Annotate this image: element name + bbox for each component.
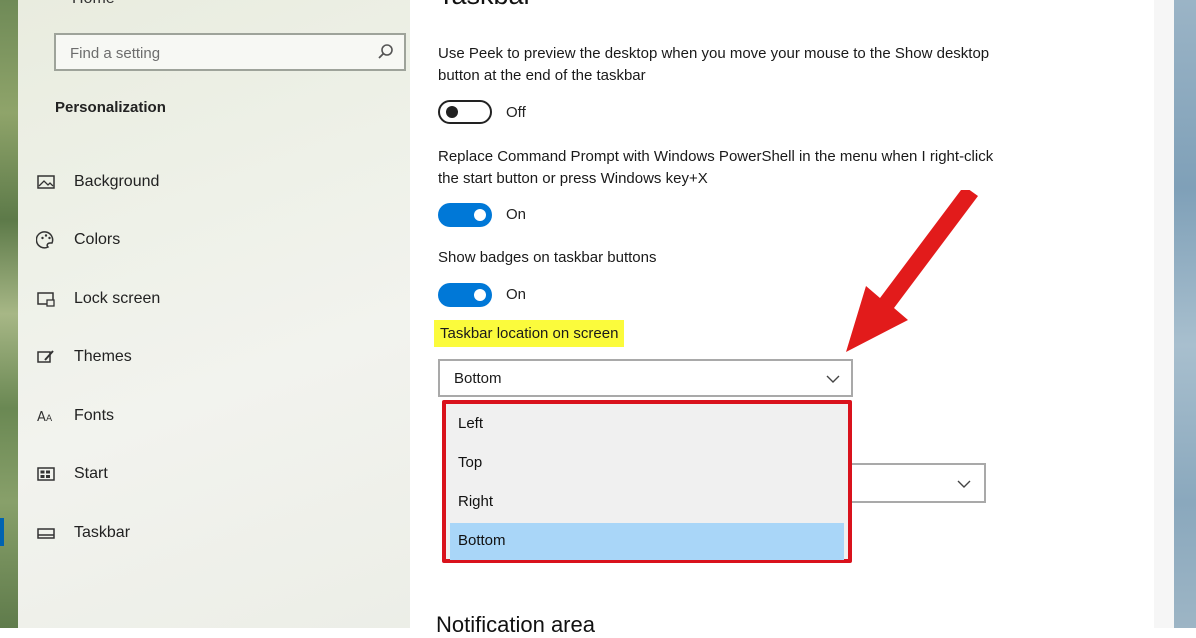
sidebar-item-label: Fonts bbox=[74, 407, 115, 424]
sidebar-item-colors[interactable]: Colors bbox=[18, 220, 410, 260]
setting-description-peek: Use Peek to preview the desktop when you… bbox=[438, 45, 990, 84]
sidebar-item-lock-screen[interactable]: Lock screen bbox=[18, 279, 410, 319]
sidebar-item-label: Taskbar bbox=[74, 524, 131, 541]
svg-text:A: A bbox=[46, 414, 53, 424]
peek-toggle-state: Off bbox=[506, 104, 526, 121]
svg-text:A: A bbox=[37, 410, 46, 425]
main-scrollbar[interactable] bbox=[1154, 0, 1178, 628]
search-input[interactable] bbox=[68, 42, 372, 64]
lock-screen-icon bbox=[37, 292, 55, 307]
themes-brush-icon bbox=[37, 350, 54, 363]
taskbar-location-selected-value: Bottom bbox=[454, 370, 502, 387]
dropdown-option-left[interactable]: Left bbox=[450, 406, 844, 443]
option-label: Top bbox=[458, 454, 483, 471]
chevron-down-icon bbox=[957, 480, 971, 488]
search-setting-box[interactable] bbox=[54, 33, 406, 71]
image-icon bbox=[37, 175, 55, 189]
sidebar-item-label: Colors bbox=[74, 231, 121, 248]
sidebar-item-start[interactable]: Start bbox=[18, 454, 410, 494]
sidebar-item-background[interactable]: Background bbox=[18, 162, 410, 202]
dropdown-option-top[interactable]: Top bbox=[450, 445, 844, 482]
sidebar-item-taskbar[interactable]: Taskbar bbox=[18, 513, 410, 553]
sidebar-item-fonts[interactable]: A A Fonts bbox=[18, 396, 410, 436]
taskbar-icon bbox=[37, 528, 55, 539]
setting-description-powershell: Replace Command Prompt with Windows Powe… bbox=[438, 148, 994, 187]
section-title: Personalization bbox=[55, 99, 166, 116]
wallpaper-strip-right bbox=[1174, 0, 1196, 628]
option-label: Right bbox=[458, 493, 494, 510]
home-nav-label[interactable]: Home bbox=[72, 0, 115, 8]
start-grid-icon bbox=[37, 467, 55, 481]
option-label: Bottom bbox=[458, 532, 506, 549]
toggle-knob bbox=[474, 289, 486, 301]
sidebar-item-label: Themes bbox=[74, 348, 132, 365]
combine-buttons-select[interactable] bbox=[848, 463, 986, 503]
sidebar-item-label: Lock screen bbox=[74, 290, 161, 307]
palette-icon bbox=[36, 231, 54, 249]
settings-main-pane: Taskbar Use Peek to preview the desktop … bbox=[410, 0, 1154, 637]
chevron-down-icon bbox=[826, 375, 840, 383]
toggle-knob bbox=[474, 209, 486, 221]
powershell-toggle-state: On bbox=[506, 206, 527, 223]
notification-area-heading: Notification area bbox=[436, 612, 595, 637]
dropdown-option-right[interactable]: Right bbox=[450, 484, 844, 521]
sidebar-item-label: Background bbox=[74, 173, 160, 190]
badges-toggle-state: On bbox=[506, 286, 527, 303]
badges-toggle[interactable] bbox=[438, 283, 492, 307]
peek-toggle[interactable] bbox=[438, 100, 492, 124]
taskbar-location-select[interactable]: Bottom bbox=[438, 359, 853, 397]
taskbar-location-label: Taskbar location on screen bbox=[434, 320, 625, 347]
toggle-knob bbox=[446, 106, 458, 118]
page-title: Taskbar bbox=[438, 0, 533, 11]
powershell-toggle[interactable] bbox=[438, 203, 492, 227]
selected-item-indicator bbox=[0, 518, 4, 546]
sidebar-item-themes[interactable]: Themes bbox=[18, 337, 410, 377]
fonts-icon: A A bbox=[37, 410, 53, 425]
taskbar-location-dropdown-list: Left Top Right Bottom bbox=[442, 400, 852, 563]
red-annotation-arrow-icon bbox=[846, 190, 978, 352]
sidebar-item-label: Start bbox=[74, 465, 108, 482]
option-label: Left bbox=[458, 415, 484, 432]
dropdown-option-bottom[interactable]: Bottom bbox=[450, 523, 844, 560]
search-icon[interactable] bbox=[376, 42, 396, 62]
